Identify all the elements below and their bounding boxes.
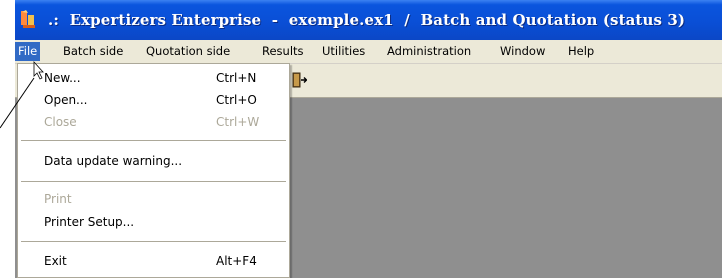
menu-window[interactable]: Window xyxy=(500,43,545,60)
menu-bar: File Batch side Quotation side Results U… xyxy=(15,40,722,64)
menu-item-data-update-warning[interactable]: Data update warning... xyxy=(18,151,289,173)
menu-separator xyxy=(21,181,286,182)
menu-item-shortcut: Ctrl+N xyxy=(216,71,257,85)
menu-item-shortcut: Alt+F4 xyxy=(216,254,257,268)
menu-item-exit[interactable]: Exit Alt+F4 xyxy=(18,251,289,273)
menu-item-shortcut: Ctrl+O xyxy=(216,93,257,107)
menu-batch-side[interactable]: Batch side xyxy=(63,43,123,60)
mouse-pointer-icon xyxy=(0,60,44,129)
menu-quotation-side[interactable]: Quotation side xyxy=(146,43,230,60)
exit-door-icon[interactable] xyxy=(291,72,307,88)
menu-item-label: Exit xyxy=(44,254,67,268)
menu-item-printer-setup[interactable]: Printer Setup... xyxy=(18,212,289,234)
menu-utilities[interactable]: Utilities xyxy=(322,43,365,60)
menu-item-label: Data update warning... xyxy=(44,154,183,168)
window-title: .: Expertizers Enterprise - exemple.ex1 … xyxy=(48,11,686,29)
menu-results[interactable]: Results xyxy=(262,43,304,60)
menu-item-print: Print xyxy=(18,189,289,211)
menu-item-shortcut: Ctrl+W xyxy=(216,115,260,129)
menu-item-label: Printer Setup... xyxy=(44,215,135,229)
menu-item-label: Print xyxy=(44,192,72,206)
menu-separator xyxy=(21,241,286,242)
title-bar[interactable]: .: Expertizers Enterprise - exemple.ex1 … xyxy=(15,0,722,40)
menu-separator xyxy=(21,140,286,141)
menu-help[interactable]: Help xyxy=(568,43,594,60)
menu-administration[interactable]: Administration xyxy=(387,43,471,60)
